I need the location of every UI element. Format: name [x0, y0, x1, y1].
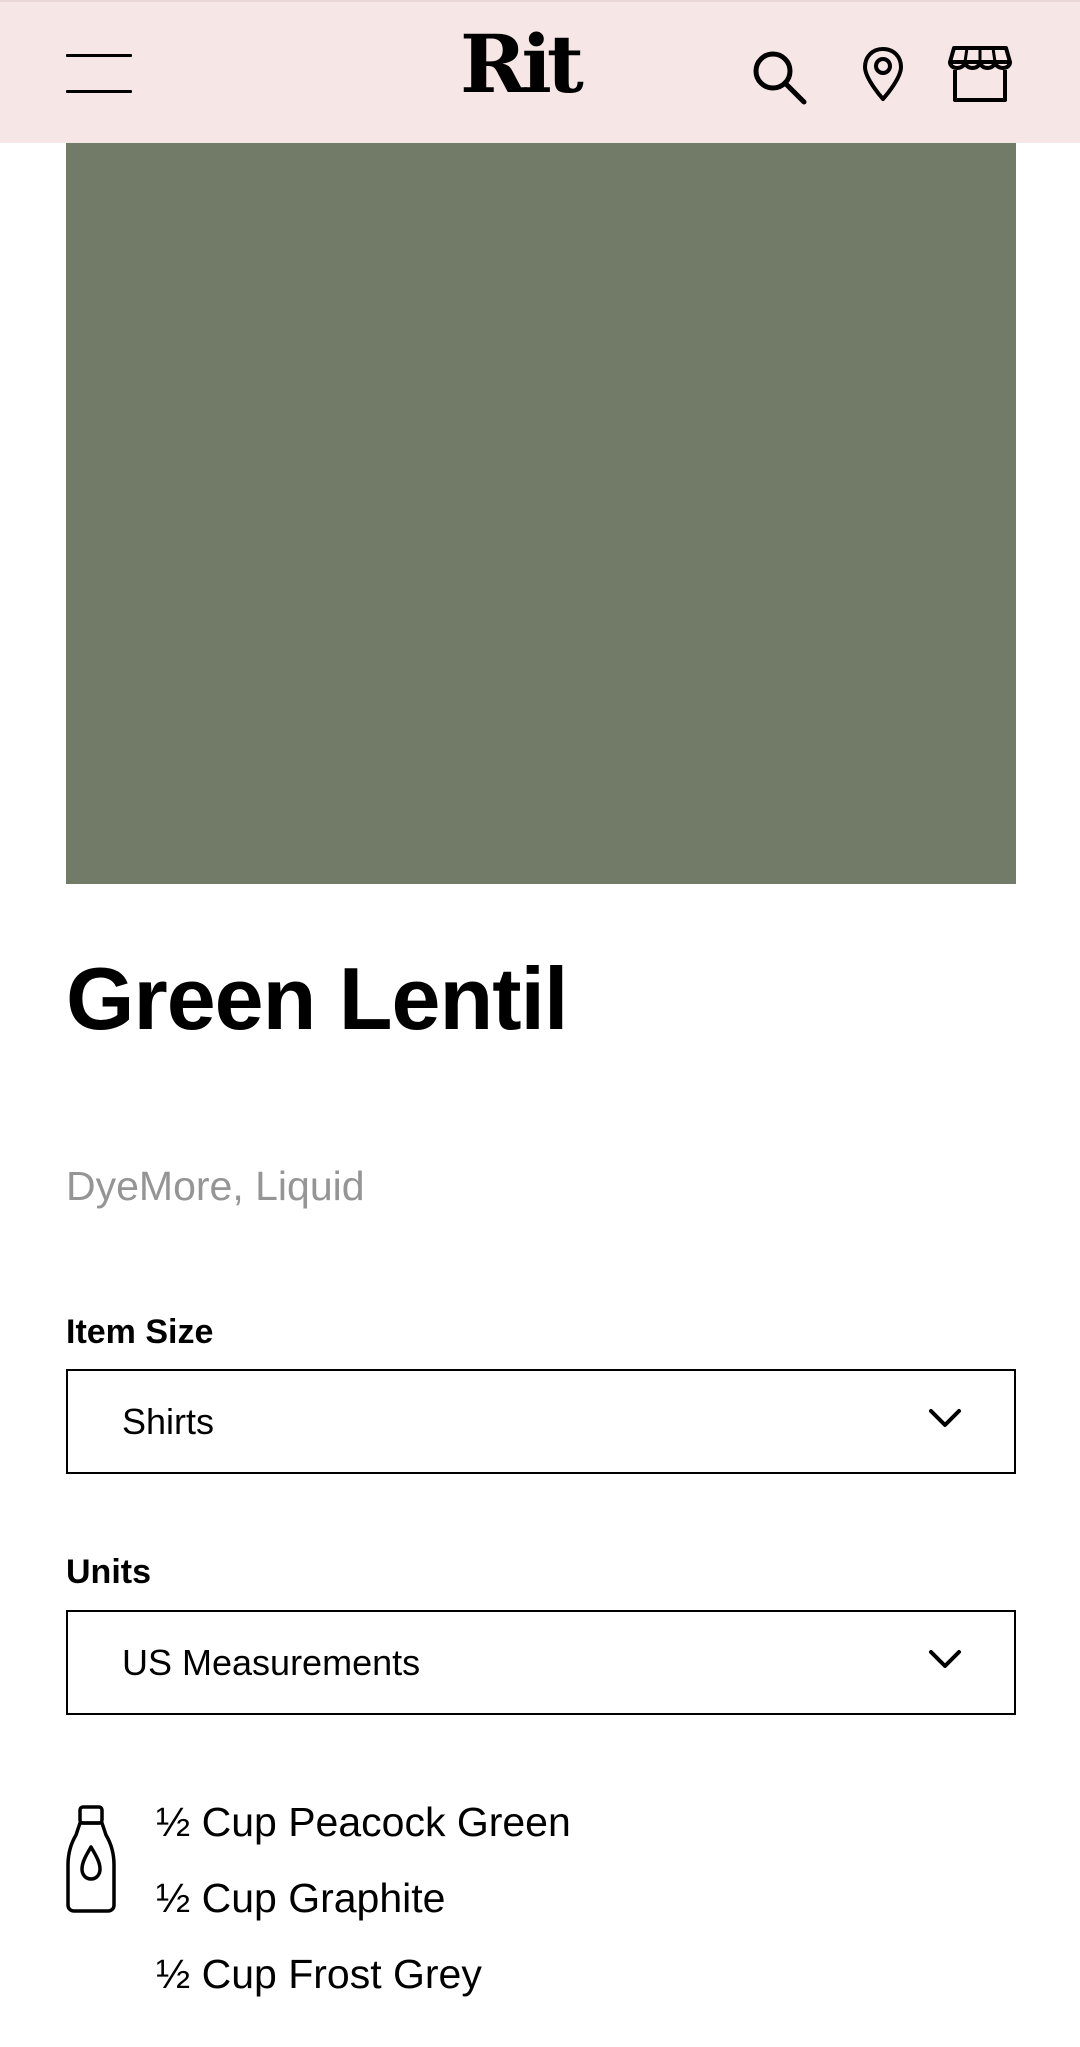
- units-value: US Measurements: [122, 1642, 421, 1683]
- item-size-value: Shirts: [122, 1401, 215, 1442]
- product-title: Green Lentil: [66, 949, 568, 1048]
- dye-bottle-icon: [66, 1805, 116, 1918]
- item-size-label: Item Size: [66, 1313, 214, 1351]
- brand-logo[interactable]: Rit: [460, 24, 584, 104]
- recipe-line: ½ Cup Graphite: [156, 1875, 446, 1921]
- recipe-line: ½ Cup Peacock Green: [156, 1799, 571, 1845]
- units-select[interactable]: US Measurements: [66, 1610, 1016, 1715]
- hamburger-menu-icon[interactable]: [66, 52, 132, 94]
- map-pin-icon[interactable]: [862, 46, 904, 102]
- product-color-swatch: [66, 143, 1016, 884]
- item-size-select[interactable]: Shirts: [66, 1369, 1016, 1474]
- storefront-icon[interactable]: [948, 44, 1012, 104]
- chevron-down-icon: [928, 1407, 962, 1434]
- product-subtitle: DyeMore, Liquid: [66, 1163, 365, 1209]
- site-header: Rit: [0, 0, 1080, 143]
- units-label: Units: [66, 1553, 151, 1591]
- chevron-down-icon: [928, 1648, 962, 1675]
- recipe-line: ½ Cup Frost Grey: [156, 1951, 482, 1997]
- search-icon[interactable]: [750, 48, 808, 106]
